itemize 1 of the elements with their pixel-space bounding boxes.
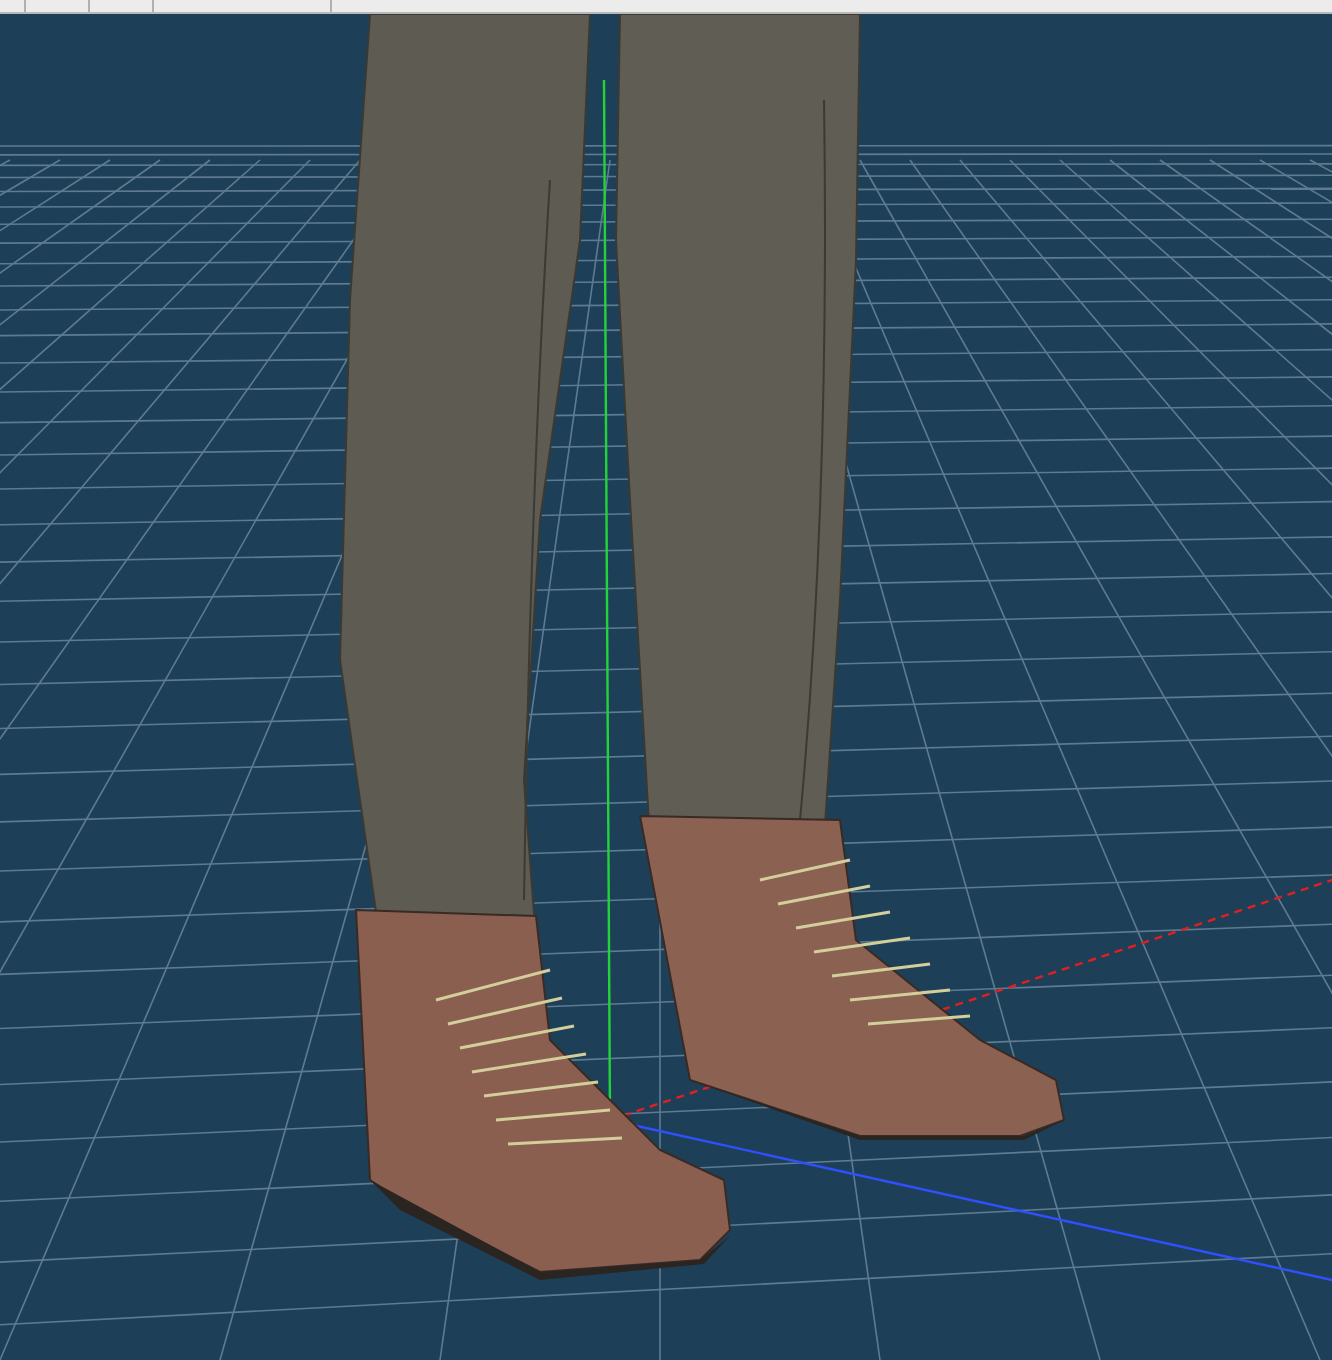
toolbar-button[interactable] <box>152 0 332 12</box>
